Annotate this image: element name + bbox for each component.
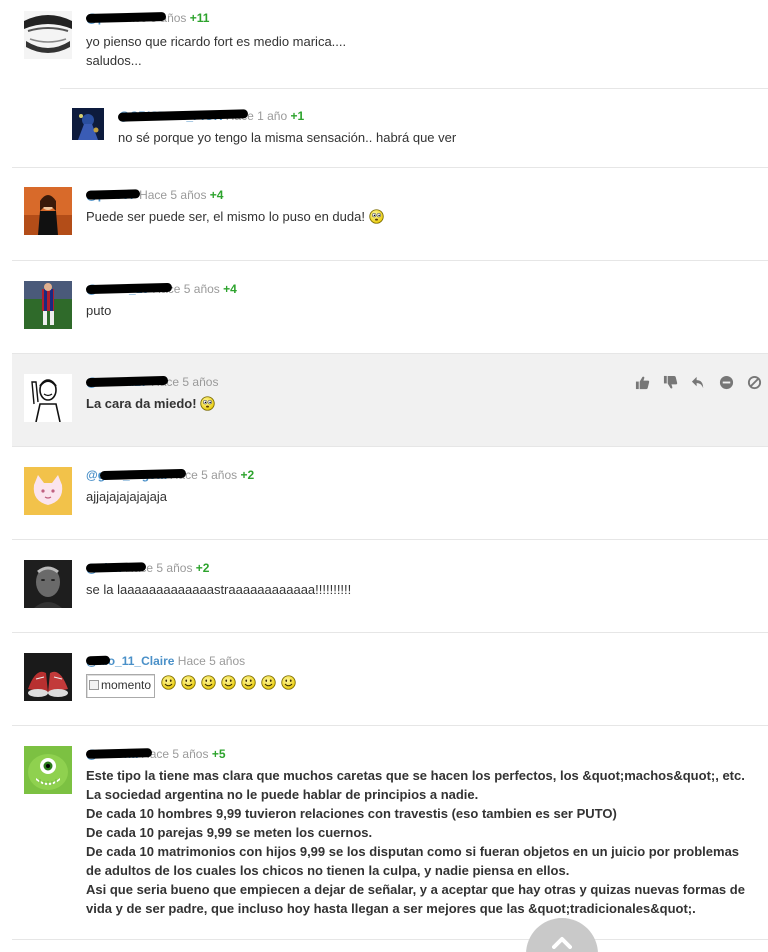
- avatar[interactable]: [24, 281, 72, 329]
- comment-text: momento: [86, 673, 301, 698]
- comment-text: ajjajajajajajaja: [86, 487, 167, 506]
- happy-smiley-icon: [221, 675, 236, 690]
- comment-meta: @zazza_19 Hace 5 años +4: [85, 281, 237, 297]
- comment-line: De cada 10 parejas 9,99 se meten los cue…: [86, 825, 373, 840]
- comment-line: Puede ser puede ser, el mismo lo puso en…: [86, 209, 365, 224]
- avatar[interactable]: [24, 653, 72, 701]
- comment-line: saludos...: [86, 53, 142, 68]
- timestamp: Hace 5 años: [139, 188, 207, 202]
- redaction-mark: [85, 562, 147, 573]
- avatar[interactable]: [24, 187, 72, 235]
- chevron-up-icon: [552, 937, 572, 949]
- happy-smiley-icon: [181, 675, 196, 690]
- username-link[interactable]: @pat: [85, 10, 167, 26]
- username-link[interactable]: @clan: [85, 560, 147, 576]
- score-badge: +2: [240, 468, 255, 482]
- comment-line: La cara da miedo!: [86, 396, 197, 411]
- confused-smiley-icon: [200, 396, 215, 411]
- username-link[interactable]: @gato_rogeta: [86, 467, 187, 483]
- score-badge: +2: [195, 561, 210, 575]
- comment-meta: @CRISTIAN_PIOR Hace 1 año +1: [117, 108, 305, 124]
- comment-line: Este tipo la tiene mas clara que muchos …: [86, 768, 745, 783]
- avatar[interactable]: [24, 746, 72, 794]
- block-icon[interactable]: [747, 375, 762, 390]
- avatar[interactable]: [72, 108, 104, 140]
- score-badge: +4: [223, 282, 237, 296]
- score-badge: +5: [211, 747, 226, 761]
- reply-item: @CRISTIAN_PIOR Hace 1 año +1 no sé porqu…: [12, 88, 768, 168]
- comment-actions: [635, 375, 762, 390]
- comment-meta: @clan Hace 5 años +2: [85, 560, 210, 576]
- confused-smiley-icon: [369, 209, 384, 224]
- comment-text: Este tipo la tiene mas clara que muchos …: [86, 766, 766, 918]
- comment-text: Puede ser puede ser, el mismo lo puso en…: [86, 207, 389, 226]
- username-link[interactable]: @zazza_19: [85, 281, 173, 297]
- comment-item: @gato_rogeta Hace 5 años +2 ajjajajajaja…: [12, 447, 768, 540]
- comment-meta: @Verona Hace 5 años +5: [85, 746, 226, 762]
- minus-circle-icon[interactable]: [719, 375, 734, 390]
- avatar[interactable]: [24, 467, 72, 515]
- comment-line: de adultos de los cuales los chicos no t…: [86, 863, 570, 878]
- comment-line: puto: [86, 303, 112, 318]
- comment-text: La cara da miedo!: [86, 394, 220, 413]
- comment-line: no sé porque yo tengo la misma sensación…: [118, 130, 457, 145]
- comment-item: @clan Hace 5 años +2 se la laaaaaaaaaaaa…: [12, 540, 768, 633]
- comment-meta: @mortal27 Hace 5 años: [85, 374, 218, 390]
- score-badge: +11: [189, 11, 210, 25]
- comment-text: no sé porque yo tengo la misma sensación…: [118, 128, 456, 147]
- score-badge: +4: [209, 188, 224, 202]
- broken-image-icon: [89, 680, 99, 690]
- username-link[interactable]: @pelo07: [85, 187, 141, 203]
- avatar[interactable]: [24, 374, 72, 422]
- comment-meta: @pelo07 Hace 5 años +4: [85, 187, 224, 203]
- comment-line: La sociedad argentina no le puede hablar…: [86, 787, 479, 802]
- happy-smiley-icon: [281, 675, 296, 690]
- comment-line: De cada 10 hombres 9,99 tuvieron relacio…: [86, 806, 617, 821]
- happy-smiley-icon: [241, 675, 256, 690]
- happy-smiley-icon: [201, 675, 216, 690]
- thumbs-down-icon[interactable]: [663, 375, 678, 390]
- comment-meta: @gato_rogeta Hace 5 años +2: [86, 467, 254, 483]
- comment-meta: @pat Hace 5 años +11: [85, 10, 210, 26]
- username-link[interactable]: @CRISTIAN_PIOR: [117, 108, 249, 124]
- redaction-mark: [85, 655, 111, 666]
- thumbs-up-icon[interactable]: [635, 375, 650, 390]
- broken-image: momento: [86, 674, 156, 698]
- comment-item: @alo_11_Claire Hace 5 años momento: [12, 633, 768, 726]
- comment-line: ajjajajajajajaja: [86, 489, 167, 504]
- comment-item: @pat Hace 5 años +11 yo pienso que ricar…: [12, 0, 768, 88]
- comment-line: Asi que seria bueno que empiecen a dejar…: [86, 882, 745, 897]
- comment-text: se la laaaaaaaaaaaaastraaaaaaaaaaaa!!!!!…: [86, 580, 351, 599]
- comment-item: @Verona Hace 5 años +5 Este tipo la tien…: [12, 726, 768, 940]
- timestamp: Hace 5 años: [177, 654, 246, 668]
- comment-meta: @alo_11_Claire Hace 5 años: [85, 653, 246, 669]
- avatar[interactable]: [24, 560, 72, 608]
- avatar[interactable]: [24, 11, 72, 59]
- comment-item: @pelo07 Hace 5 años +4 Puede ser puede s…: [12, 168, 768, 261]
- reply-icon[interactable]: [691, 375, 706, 390]
- score-badge: +1: [290, 109, 305, 123]
- username-link[interactable]: @Verona: [85, 746, 153, 762]
- redaction-mark: [85, 748, 153, 759]
- comment-line: De cada 10 matrimonios con hijos 9,99 se…: [86, 844, 740, 859]
- broken-image-alt: momento: [101, 678, 152, 692]
- comment-text: yo pienso que ricardo fort es medio mari…: [86, 32, 346, 70]
- comment-line: vida y de ser padre, que incluso hoy has…: [86, 901, 696, 916]
- comment-text: puto: [86, 301, 111, 320]
- comment-item: @zazza_19 Hace 5 años +4 puto: [12, 261, 768, 354]
- comment-line: yo pienso que ricardo fort es medio mari…: [86, 34, 347, 49]
- username-link[interactable]: @mortal27: [85, 374, 169, 390]
- redaction-mark: [85, 189, 141, 200]
- happy-smiley-icon: [161, 675, 176, 690]
- comment-line: se la laaaaaaaaaaaaastraaaaaaaaaaaa!!!!!…: [86, 582, 352, 597]
- username-link[interactable]: @alo_11_Claire: [85, 653, 174, 669]
- comment-item-hovered: @mortal27 Hace 5 años La cara da miedo!: [12, 354, 768, 447]
- happy-smiley-icon: [261, 675, 276, 690]
